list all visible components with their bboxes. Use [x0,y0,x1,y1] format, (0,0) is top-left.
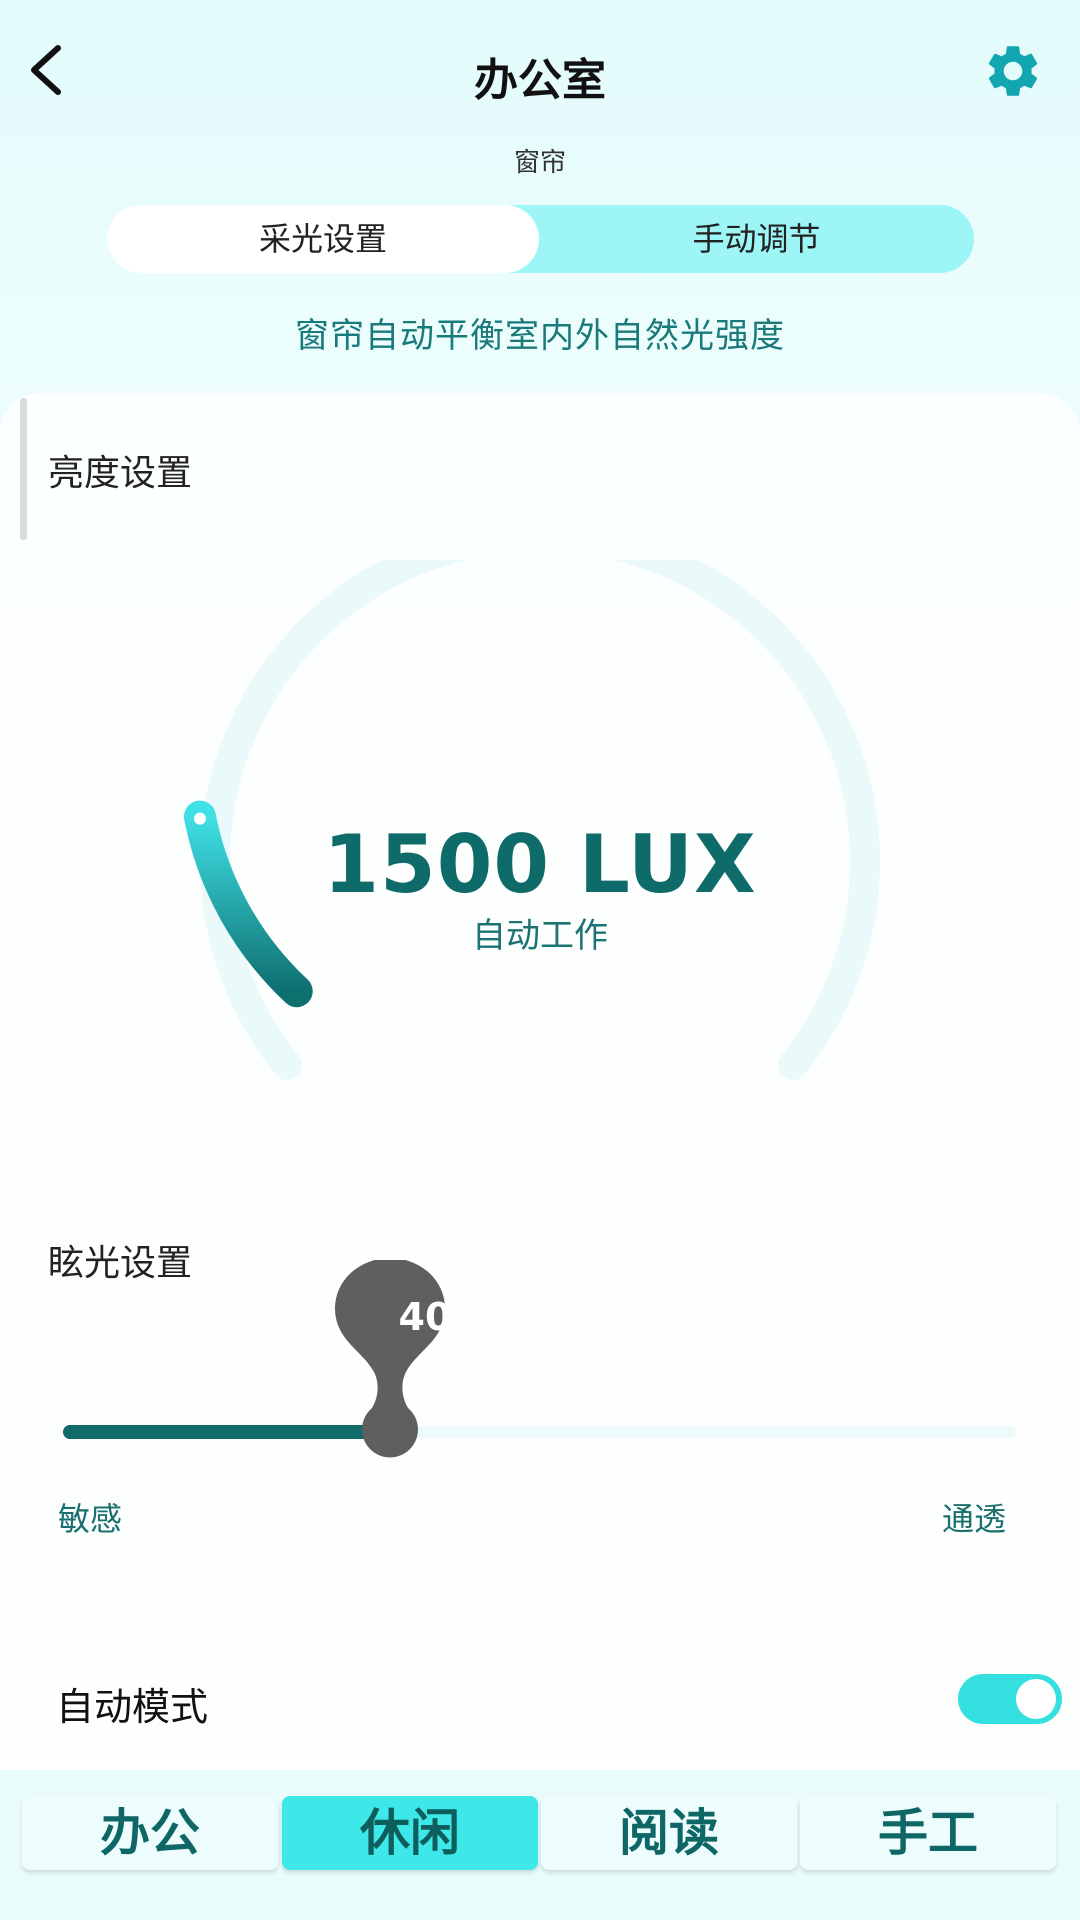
auto-mode-label: 自动模式 [56,1685,209,1729]
mode-button-handcraft[interactable]: 手工 [800,1796,1056,1870]
auto-mode-toggle[interactable] [958,1674,1062,1724]
brightness-section-title: 亮度设置 [48,453,193,494]
device-subtitle: 窗帘 [513,148,566,178]
tab-manual-adjust[interactable]: 手动调节 [539,205,974,273]
mode-button-reading[interactable]: 阅读 [541,1796,797,1870]
toggle-knob [1016,1679,1056,1719]
slider-right-label: 通透 [942,1500,1007,1538]
mode-bar: 办公 休闲 阅读 手工 [0,1770,1080,1920]
tab-bar: 采光设置 手动调节 [107,205,974,273]
brightness-value: 1500 LUX [323,818,757,911]
slider-left-label: 敏感 [58,1500,123,1538]
glare-slider[interactable] [60,1260,1020,1480]
brightness-status: 自动工作 [472,916,608,956]
page-title: 办公室 [474,55,606,106]
mode-description: 窗帘自动平衡室内外自然光强度 [295,316,785,356]
mode-button-leisure[interactable]: 休闲 [282,1796,538,1870]
tab-lighting-settings[interactable]: 采光设置 [107,205,539,273]
glare-value-label: 40% [398,1295,490,1339]
section-marker [20,398,27,540]
page: 办公室 窗帘 采光设置 手动调节 窗帘自动平衡室内外自然光强度 亮度设置 150… [0,0,1080,1920]
gear-icon[interactable] [982,40,1044,102]
mode-button-office[interactable]: 办公 [22,1796,278,1870]
